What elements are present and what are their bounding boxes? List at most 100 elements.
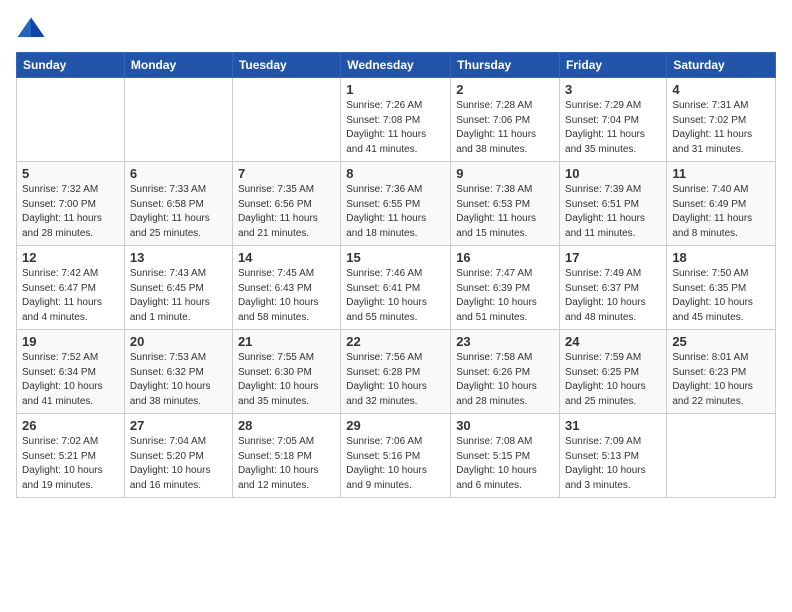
day-number: 30: [456, 418, 554, 433]
week-row-4: 19 Sunrise: 7:52 AMSunset: 6:34 PMDayligh…: [17, 330, 776, 414]
day-info: Sunrise: 7:02 AMSunset: 5:21 PMDaylight:…: [22, 435, 119, 493]
day-info: Sunrise: 7:28 AMSunset: 7:06 PMDaylight:…: [456, 99, 554, 157]
day-info: Sunrise: 7:04 AMSunset: 5:20 PMDaylight:…: [130, 435, 227, 493]
day-info: Sunrise: 7:52 AMSunset: 6:34 PMDaylight:…: [22, 351, 119, 409]
day-number: 31: [565, 418, 661, 433]
calendar-cell: 16 Sunrise: 7:47 AMSunset: 6:39 PMDayligh…: [451, 246, 560, 330]
day-number: 21: [238, 334, 335, 349]
page-header: [16, 16, 776, 40]
day-number: 23: [456, 334, 554, 349]
day-number: 16: [456, 250, 554, 265]
day-info: Sunrise: 7:06 AMSunset: 5:16 PMDaylight:…: [346, 435, 445, 493]
day-info: Sunrise: 7:26 AMSunset: 7:08 PMDaylight:…: [346, 99, 445, 157]
calendar-cell: 2 Sunrise: 7:28 AMSunset: 7:06 PMDaylight…: [451, 78, 560, 162]
day-info: Sunrise: 7:05 AMSunset: 5:18 PMDaylight:…: [238, 435, 335, 493]
day-number: 25: [672, 334, 770, 349]
weekday-header-row: SundayMondayTuesdayWednesdayThursdayFrid…: [17, 53, 776, 78]
calendar-cell: [232, 78, 340, 162]
calendar-cell: 26 Sunrise: 7:02 AMSunset: 5:21 PMDayligh…: [17, 414, 125, 498]
weekday-header-wednesday: Wednesday: [341, 53, 451, 78]
day-number: 13: [130, 250, 227, 265]
calendar-cell: 6 Sunrise: 7:33 AMSunset: 6:58 PMDaylight…: [124, 162, 232, 246]
day-number: 7: [238, 166, 335, 181]
day-info: Sunrise: 7:47 AMSunset: 6:39 PMDaylight:…: [456, 267, 554, 325]
day-info: Sunrise: 7:46 AMSunset: 6:41 PMDaylight:…: [346, 267, 445, 325]
day-info: Sunrise: 7:39 AMSunset: 6:51 PMDaylight:…: [565, 183, 661, 241]
day-info: Sunrise: 7:50 AMSunset: 6:35 PMDaylight:…: [672, 267, 770, 325]
calendar-cell: [17, 78, 125, 162]
calendar-cell: 28 Sunrise: 7:05 AMSunset: 5:18 PMDayligh…: [232, 414, 340, 498]
day-info: Sunrise: 7:45 AMSunset: 6:43 PMDaylight:…: [238, 267, 335, 325]
week-row-1: 1 Sunrise: 7:26 AMSunset: 7:08 PMDaylight…: [17, 78, 776, 162]
week-row-2: 5 Sunrise: 7:32 AMSunset: 7:00 PMDaylight…: [17, 162, 776, 246]
day-info: Sunrise: 7:40 AMSunset: 6:49 PMDaylight:…: [672, 183, 770, 241]
calendar-cell: 17 Sunrise: 7:49 AMSunset: 6:37 PMDayligh…: [560, 246, 667, 330]
weekday-header-saturday: Saturday: [667, 53, 776, 78]
day-number: 14: [238, 250, 335, 265]
day-info: Sunrise: 7:56 AMSunset: 6:28 PMDaylight:…: [346, 351, 445, 409]
calendar-cell: 5 Sunrise: 7:32 AMSunset: 7:00 PMDaylight…: [17, 162, 125, 246]
day-info: Sunrise: 7:58 AMSunset: 6:26 PMDaylight:…: [456, 351, 554, 409]
day-info: Sunrise: 7:29 AMSunset: 7:04 PMDaylight:…: [565, 99, 661, 157]
day-info: Sunrise: 7:35 AMSunset: 6:56 PMDaylight:…: [238, 183, 335, 241]
day-info: Sunrise: 7:53 AMSunset: 6:32 PMDaylight:…: [130, 351, 227, 409]
day-number: 9: [456, 166, 554, 181]
calendar-cell: 3 Sunrise: 7:29 AMSunset: 7:04 PMDaylight…: [560, 78, 667, 162]
day-number: 28: [238, 418, 335, 433]
weekday-header-sunday: Sunday: [17, 53, 125, 78]
day-number: 1: [346, 82, 445, 97]
day-number: 8: [346, 166, 445, 181]
day-number: 19: [22, 334, 119, 349]
weekday-header-tuesday: Tuesday: [232, 53, 340, 78]
weekday-header-monday: Monday: [124, 53, 232, 78]
day-number: 26: [22, 418, 119, 433]
day-number: 11: [672, 166, 770, 181]
calendar-cell: 23 Sunrise: 7:58 AMSunset: 6:26 PMDayligh…: [451, 330, 560, 414]
calendar-cell: 14 Sunrise: 7:45 AMSunset: 6:43 PMDayligh…: [232, 246, 340, 330]
calendar-cell: 8 Sunrise: 7:36 AMSunset: 6:55 PMDaylight…: [341, 162, 451, 246]
day-info: Sunrise: 7:59 AMSunset: 6:25 PMDaylight:…: [565, 351, 661, 409]
calendar-cell: 4 Sunrise: 7:31 AMSunset: 7:02 PMDaylight…: [667, 78, 776, 162]
day-number: 4: [672, 82, 770, 97]
day-number: 20: [130, 334, 227, 349]
day-number: 6: [130, 166, 227, 181]
calendar-cell: 29 Sunrise: 7:06 AMSunset: 5:16 PMDayligh…: [341, 414, 451, 498]
calendar-cell: 27Sunrise: 7:04 AMSunset: 5:20 PMDayligh…: [124, 414, 232, 498]
day-number: 15: [346, 250, 445, 265]
calendar-cell: 22 Sunrise: 7:56 AMSunset: 6:28 PMDayligh…: [341, 330, 451, 414]
day-info: Sunrise: 7:31 AMSunset: 7:02 PMDaylight:…: [672, 99, 770, 157]
calendar-cell: 19 Sunrise: 7:52 AMSunset: 6:34 PMDayligh…: [17, 330, 125, 414]
day-info: Sunrise: 7:32 AMSunset: 7:00 PMDaylight:…: [22, 183, 119, 241]
calendar-cell: 13 Sunrise: 7:43 AMSunset: 6:45 PMDayligh…: [124, 246, 232, 330]
calendar-cell: 25 Sunrise: 8:01 AMSunset: 6:23 PMDayligh…: [667, 330, 776, 414]
day-number: 3: [565, 82, 661, 97]
day-number: 17: [565, 250, 661, 265]
calendar-cell: 7 Sunrise: 7:35 AMSunset: 6:56 PMDaylight…: [232, 162, 340, 246]
day-info: Sunrise: 7:49 AMSunset: 6:37 PMDaylight:…: [565, 267, 661, 325]
calendar-cell: 30Sunrise: 7:08 AMSunset: 5:15 PMDayligh…: [451, 414, 560, 498]
day-number: 10: [565, 166, 661, 181]
day-info: Sunrise: 7:55 AMSunset: 6:30 PMDaylight:…: [238, 351, 335, 409]
day-number: 22: [346, 334, 445, 349]
day-info: Sunrise: 7:38 AMSunset: 6:53 PMDaylight:…: [456, 183, 554, 241]
calendar-cell: [124, 78, 232, 162]
calendar-table: SundayMondayTuesdayWednesdayThursdayFrid…: [16, 52, 776, 498]
day-info: Sunrise: 7:43 AMSunset: 6:45 PMDaylight:…: [130, 267, 227, 325]
calendar-cell: 15 Sunrise: 7:46 AMSunset: 6:41 PMDayligh…: [341, 246, 451, 330]
calendar-cell: [667, 414, 776, 498]
calendar-cell: 21 Sunrise: 7:55 AMSunset: 6:30 PMDayligh…: [232, 330, 340, 414]
day-number: 18: [672, 250, 770, 265]
weekday-header-friday: Friday: [560, 53, 667, 78]
logo-icon: [16, 16, 46, 40]
week-row-3: 12 Sunrise: 7:42 AMSunset: 6:47 PMDayligh…: [17, 246, 776, 330]
day-number: 29: [346, 418, 445, 433]
day-number: 5: [22, 166, 119, 181]
day-number: 12: [22, 250, 119, 265]
day-info: Sunrise: 8:01 AMSunset: 6:23 PMDaylight:…: [672, 351, 770, 409]
week-row-5: 26 Sunrise: 7:02 AMSunset: 5:21 PMDayligh…: [17, 414, 776, 498]
day-info: Sunrise: 7:36 AMSunset: 6:55 PMDaylight:…: [346, 183, 445, 241]
day-info: Sunrise: 7:33 AMSunset: 6:58 PMDaylight:…: [130, 183, 227, 241]
calendar-cell: 18 Sunrise: 7:50 AMSunset: 6:35 PMDayligh…: [667, 246, 776, 330]
day-info: Sunrise: 7:42 AMSunset: 6:47 PMDaylight:…: [22, 267, 119, 325]
day-number: 2: [456, 82, 554, 97]
